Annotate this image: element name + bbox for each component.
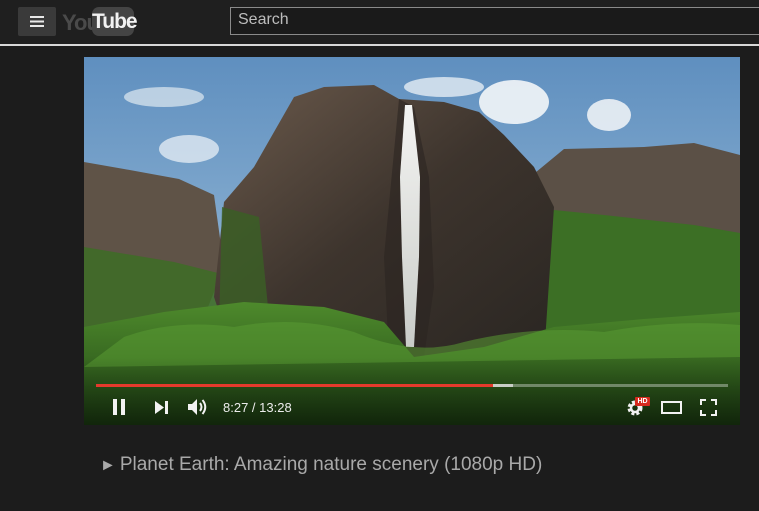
pause-button[interactable] bbox=[112, 399, 126, 420]
progress-bar[interactable] bbox=[96, 384, 728, 387]
theater-mode-icon bbox=[661, 401, 682, 414]
play-arrow-icon: ► bbox=[100, 457, 116, 474]
menu-button[interactable] bbox=[18, 7, 56, 36]
video-title[interactable]: ► Planet Earth: Amazing nature scenery (1… bbox=[100, 453, 550, 478]
next-button[interactable] bbox=[155, 401, 169, 419]
hd-badge: HD bbox=[635, 397, 650, 406]
search-input[interactable]: Search bbox=[230, 7, 759, 35]
next-icon bbox=[155, 401, 168, 414]
video-player[interactable]: 8:27 / 13:28 HD bbox=[84, 57, 740, 425]
menu-icon bbox=[30, 16, 44, 27]
top-bar: You Tube Search bbox=[0, 0, 759, 46]
logo-tube-text: Tube bbox=[92, 7, 138, 36]
video-title-text: Planet Earth: Amazing nature scenery (10… bbox=[119, 454, 543, 475]
time-display: 8:27 / 13:28 bbox=[223, 400, 292, 415]
fullscreen-icon bbox=[700, 399, 717, 416]
played-bar bbox=[96, 384, 493, 387]
volume-icon bbox=[188, 399, 207, 415]
video-frame bbox=[84, 57, 740, 425]
fullscreen-button[interactable] bbox=[700, 399, 717, 421]
pause-icon bbox=[113, 399, 125, 415]
volume-button[interactable] bbox=[188, 398, 208, 421]
theater-mode-button[interactable] bbox=[661, 401, 682, 419]
